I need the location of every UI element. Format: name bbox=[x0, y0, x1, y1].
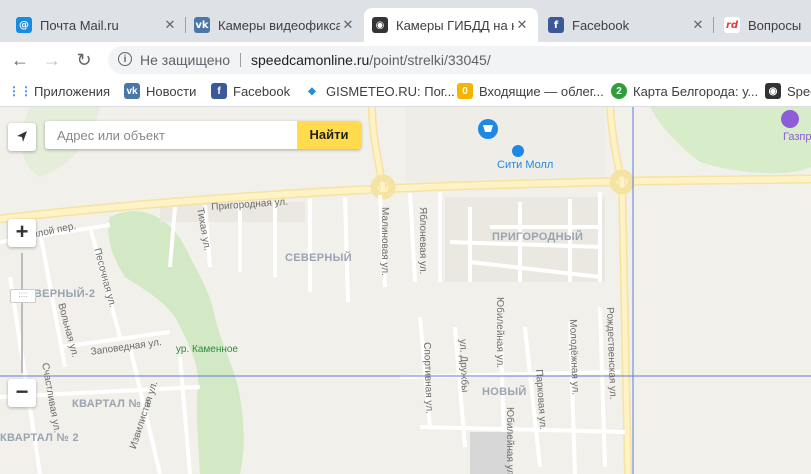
map-2gis-icon: 2 bbox=[611, 83, 627, 99]
url-domain: speedcamonline.ru bbox=[251, 52, 370, 68]
tab-vk[interactable]: vk Камеры видеофикса ✕ bbox=[186, 8, 364, 42]
bookmark-apps[interactable]: ⋮⋮ Приложения bbox=[8, 83, 111, 99]
bookmarks-bar: ⋮⋮ Приложения vk Новости f Facebook ◆ GI… bbox=[0, 78, 811, 107]
bookmark-label: GISMETEO.RU: Пог... bbox=[326, 83, 455, 99]
street-label: ул. Дружбы bbox=[457, 339, 470, 393]
map-canvas[interactable] bbox=[0, 107, 811, 474]
mail-icon: 0 bbox=[457, 83, 473, 99]
not-secure-label[interactable]: Не защищено bbox=[140, 52, 230, 68]
poi-city-mall[interactable]: Сити Молл bbox=[497, 159, 553, 171]
bookmark-belgorod-map[interactable]: 2 Карта Белгорода: у... bbox=[611, 83, 758, 99]
vk-icon: vk bbox=[194, 17, 210, 33]
geolocation-button[interactable] bbox=[8, 123, 36, 151]
tab-title: Камеры ГИБДД на к bbox=[396, 17, 514, 33]
district-label: КВАРТАЛ № 2 bbox=[0, 432, 79, 444]
address-bar[interactable]: i Не защищено speedcamonline.ru/point/st… bbox=[108, 46, 811, 74]
map-area[interactable]: Сити Молл Газпр СЕВЕРНЫЙ ПРИГОРОДНЫЙ СЕВ… bbox=[0, 107, 811, 474]
bookmark-label: Входящие — облег... bbox=[479, 83, 604, 99]
zoom-in-button[interactable]: + bbox=[8, 219, 36, 247]
zoom-slider[interactable]: :::: bbox=[8, 253, 36, 373]
url-path: /point/strelki/33045/ bbox=[369, 52, 491, 68]
tab-questions[interactable]: rd Вопросы по bbox=[716, 8, 811, 42]
bookmark-label: Карта Белгорода: у... bbox=[633, 83, 759, 99]
find-button[interactable]: Найти bbox=[297, 121, 361, 149]
camera-icon: ◉ bbox=[765, 83, 781, 99]
bookmark-speedcam[interactable]: ◉ Spee bbox=[765, 83, 811, 99]
tab-title: Вопросы по bbox=[748, 17, 803, 33]
district-label: НОВЫЙ bbox=[482, 386, 527, 398]
reload-icon[interactable]: ↻ bbox=[74, 50, 94, 70]
street-label: Малиновая ул. bbox=[379, 207, 390, 276]
address-search-input[interactable] bbox=[45, 121, 295, 149]
rd-icon: rd bbox=[724, 17, 740, 33]
apps-icon: ⋮⋮ bbox=[8, 84, 32, 98]
browser-toolbar: ← → ↻ i Не защищено speedcamonline.ru/po… bbox=[0, 42, 811, 78]
district-label: СЕВЕРНЫЙ bbox=[285, 252, 352, 264]
mail-icon: @ bbox=[16, 17, 32, 33]
zoom-out-button[interactable]: − bbox=[8, 379, 36, 407]
street-label: Яблоневая ул. bbox=[417, 207, 428, 275]
bookmark-label: Новости bbox=[146, 83, 197, 99]
tab-mail[interactable]: @ Почта Mail.ru ✕ bbox=[8, 8, 186, 42]
street-label: Юбилейная ул. bbox=[494, 297, 505, 369]
bookmark-facebook[interactable]: f Facebook bbox=[211, 83, 290, 99]
place-label: ур. Каменное bbox=[176, 344, 238, 355]
tab-strip: @ Почта Mail.ru ✕ vk Камеры видеофикса ✕… bbox=[0, 0, 811, 42]
close-icon[interactable]: ✕ bbox=[340, 17, 356, 33]
camera-icon: ◉ bbox=[372, 17, 388, 33]
bookmark-label: Spee bbox=[787, 83, 811, 99]
vk-icon: vk bbox=[124, 83, 140, 99]
close-icon[interactable]: ✕ bbox=[690, 17, 706, 33]
tab-title: Facebook bbox=[572, 17, 630, 33]
facebook-icon: f bbox=[211, 83, 227, 99]
district-label: КВАРТАЛ № 1 bbox=[72, 398, 151, 410]
zoom-control: + :::: − bbox=[8, 219, 36, 407]
facebook-icon: f bbox=[548, 17, 564, 33]
bookmark-label: Facebook bbox=[233, 83, 291, 99]
bookmark-gismeteo[interactable]: ◆ GISMETEO.RU: Пог... bbox=[304, 83, 455, 99]
close-icon[interactable]: ✕ bbox=[162, 17, 178, 33]
district-label: ПРИГОРОДНЫЙ bbox=[492, 231, 584, 243]
bookmark-label: Приложения bbox=[34, 83, 111, 99]
tab-facebook[interactable]: f Facebook ✕ bbox=[540, 8, 714, 42]
url-text[interactable]: speedcamonline.ru/point/strelki/33045/ bbox=[251, 52, 491, 68]
tab-title: Камеры видеофикса bbox=[218, 17, 340, 33]
zoom-slider-handle[interactable]: :::: bbox=[10, 289, 36, 303]
map-search-box: Найти bbox=[45, 121, 361, 149]
bookmark-inbox[interactable]: 0 Входящие — облег... bbox=[457, 83, 604, 99]
back-icon[interactable]: ← bbox=[10, 50, 30, 70]
poi-gazprom[interactable]: Газпр bbox=[783, 131, 811, 143]
shopping-bag-icon bbox=[512, 145, 524, 157]
close-icon[interactable]: ✕ bbox=[514, 17, 530, 33]
tab-title: Почта Mail.ru bbox=[40, 17, 119, 33]
location-arrow-icon bbox=[17, 131, 27, 142]
info-icon[interactable]: i bbox=[118, 52, 132, 66]
gismeteo-icon: ◆ bbox=[308, 85, 316, 97]
gas-station-icon bbox=[781, 110, 799, 128]
bookmark-news[interactable]: vk Новости bbox=[124, 83, 196, 99]
forward-icon[interactable]: → bbox=[42, 50, 62, 70]
street-label: Юбилейная ул. bbox=[504, 407, 515, 474]
address-divider bbox=[240, 53, 241, 67]
tab-speedcam-active[interactable]: ◉ Камеры ГИБДД на к ✕ bbox=[364, 8, 538, 42]
